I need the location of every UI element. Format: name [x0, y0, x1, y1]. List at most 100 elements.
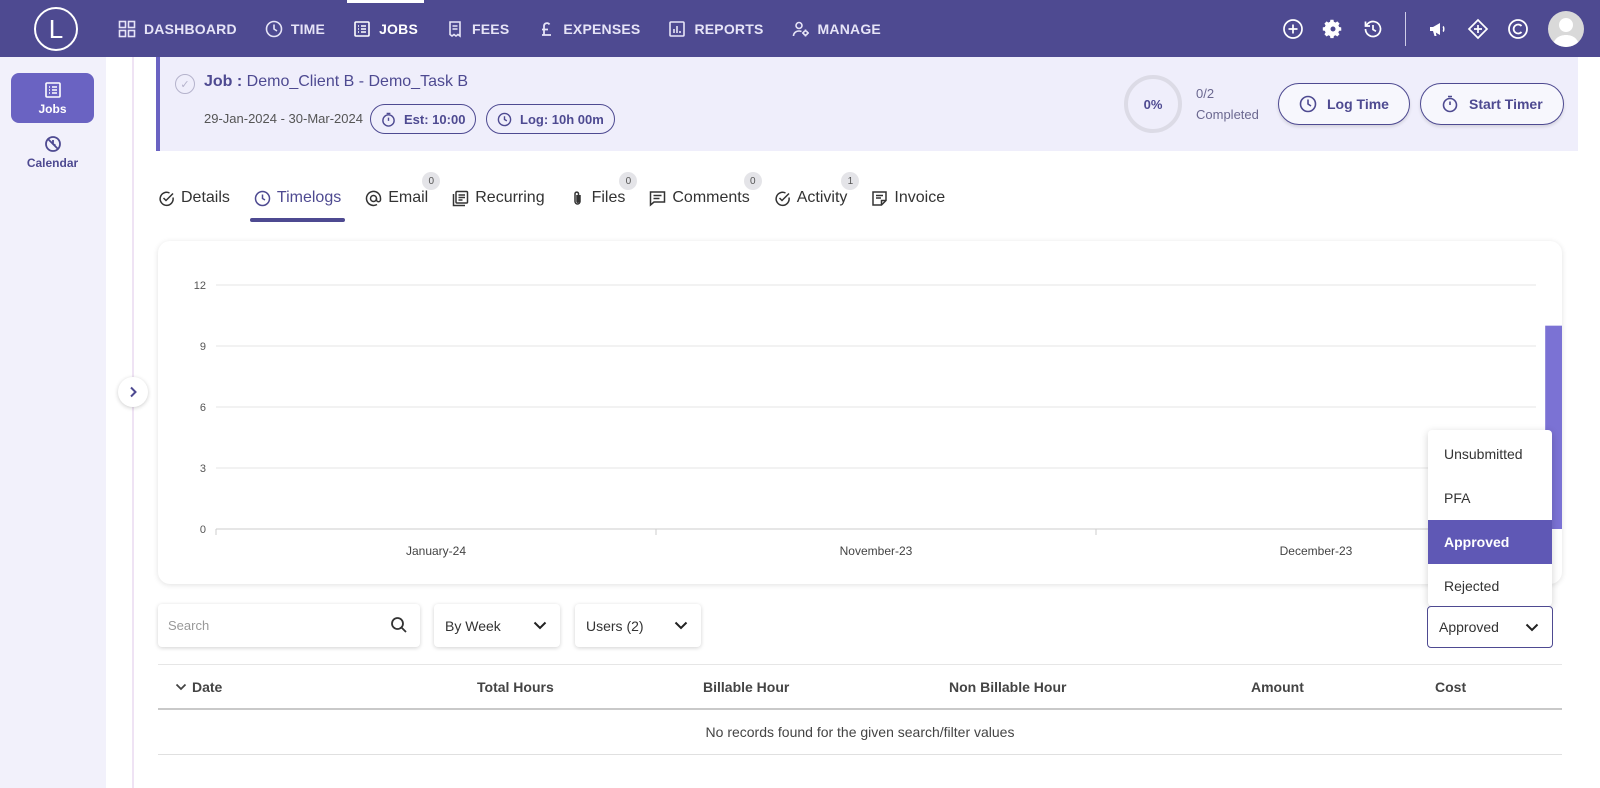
period-select-value: By Week: [445, 617, 501, 634]
megaphone-icon: [1430, 22, 1445, 36]
column-date[interactable]: Date: [174, 679, 222, 695]
progress-count: 0/2: [1196, 86, 1215, 101]
files-count-badge: 0: [619, 172, 638, 190]
timelog-bar-chart: 0 3 6 9 12 January-24 November-23 December-23: [194, 280, 1562, 558]
log-time-label: Log Time: [1327, 96, 1389, 112]
clock-icon: [1299, 95, 1317, 113]
log-pill: Log: 10h 00m: [486, 104, 615, 134]
nav-time-label: TIME: [290, 20, 326, 37]
tab-email-label: Email: [388, 189, 429, 206]
log-time-button[interactable]: Log Time: [1278, 83, 1410, 125]
nav-fees-label: FEES: [472, 20, 510, 37]
tab-recurring[interactable]: Recurring: [452, 180, 545, 216]
announcements-button[interactable]: [1426, 17, 1450, 41]
check-circle-icon: [159, 191, 174, 206]
invoice-icon: [872, 190, 888, 206]
nav-jobs-label: JOBS: [379, 20, 418, 37]
brand-c-button[interactable]: [1506, 17, 1530, 41]
estimate-pill: Est: 10:00: [370, 104, 477, 134]
empty-table-message: No records found for the given search/fi…: [158, 710, 1562, 755]
tab-files-label: Files: [591, 189, 626, 206]
nav-time[interactable]: TIME: [251, 0, 339, 57]
search-input[interactable]: [168, 614, 378, 636]
tab-invoice[interactable]: Invoice: [871, 180, 945, 216]
progress-percent: 0%: [1143, 96, 1163, 112]
paperclip-icon: [573, 190, 581, 205]
tab-details[interactable]: Details: [158, 180, 230, 216]
add-button[interactable]: [1281, 17, 1305, 41]
job-header: ✓ Job : Demo_Client B - Demo_Task B 29-J…: [156, 57, 1578, 151]
nav-expenses[interactable]: EXPENSES: [523, 0, 654, 57]
stopwatch-icon: [382, 112, 395, 127]
column-amount[interactable]: Amount: [1251, 679, 1304, 695]
top-navbar: L DASHBOARD TIME JOBS FEES EXPENSES REPO…: [0, 0, 1600, 57]
start-timer-button[interactable]: Start Timer: [1420, 83, 1564, 125]
history-icon: [1364, 20, 1382, 37]
clock-icon: [254, 190, 271, 206]
check-circle-icon: [775, 191, 790, 206]
tab-files[interactable]: Files 0: [569, 172, 638, 216]
user-avatar[interactable]: [1548, 10, 1584, 47]
dashboard-icon: [118, 20, 136, 37]
clock-icon: [265, 20, 283, 37]
chevron-down-icon: [674, 621, 688, 630]
tab-invoice-label: Invoice: [894, 189, 946, 206]
column-cost[interactable]: Cost: [1435, 679, 1466, 695]
nav-reports[interactable]: REPORTS: [654, 0, 777, 57]
column-total-hours[interactable]: Total Hours: [477, 679, 554, 695]
users-select[interactable]: Users (2): [575, 604, 701, 647]
search-box: [158, 604, 420, 647]
sidebar-expand-button[interactable]: [118, 377, 148, 407]
tab-timelogs-label: Timelogs: [276, 189, 342, 206]
search-icon[interactable]: [390, 616, 408, 634]
status-select[interactable]: Approved: [1427, 606, 1553, 648]
status-option-approved[interactable]: Approved: [1428, 520, 1552, 564]
integrations-button[interactable]: [1466, 17, 1490, 41]
settings-button[interactable]: [1321, 17, 1345, 41]
column-non-billable-hour[interactable]: Non Billable Hour: [949, 679, 1066, 695]
y-tick-label: 9: [200, 341, 206, 353]
nav-fees[interactable]: FEES: [432, 0, 523, 57]
nav-jobs[interactable]: JOBS: [339, 0, 432, 57]
job-complete-toggle[interactable]: ✓: [175, 74, 195, 94]
users-select-value: Users (2): [586, 617, 644, 634]
x-tick-label: November-23: [840, 544, 913, 558]
manage-icon: [792, 21, 809, 36]
status-option-rejected[interactable]: Rejected: [1428, 564, 1552, 608]
nav-dashboard[interactable]: DASHBOARD: [118, 0, 251, 57]
comment-icon: [650, 190, 666, 207]
c-logo-icon: [1508, 18, 1528, 39]
nav-manage[interactable]: MANAGE: [778, 0, 895, 57]
status-dropdown-menu: Unsubmitted PFA Approved Rejected: [1428, 430, 1552, 606]
timelog-table-header: Date Total Hours Billable Hour Non Billa…: [158, 664, 1562, 710]
sidebar-item-calendar[interactable]: Calendar: [11, 127, 94, 177]
status-option-pfa[interactable]: PFA: [1428, 476, 1552, 520]
start-timer-label: Start Timer: [1469, 96, 1543, 112]
job-title-text: Demo_Client B - Demo_Task B: [246, 73, 469, 90]
job-tabs: Details Timelogs Email 0 Recurring Files…: [158, 172, 969, 222]
tab-activity-label: Activity: [796, 189, 848, 206]
tab-email[interactable]: Email 0: [365, 172, 441, 216]
tab-activity[interactable]: Activity 1: [774, 172, 860, 216]
plus-circle-icon: [1283, 18, 1303, 39]
history-button[interactable]: [1361, 17, 1385, 41]
sidebar-item-jobs[interactable]: Jobs: [11, 73, 94, 123]
job-title: Job : Demo_Client B - Demo_Task B: [204, 73, 468, 91]
period-select[interactable]: By Week: [434, 604, 560, 647]
sidebar-item-jobs-label: Jobs: [38, 101, 67, 116]
app-logo[interactable]: L: [34, 7, 78, 51]
tab-timelogs[interactable]: Timelogs: [249, 180, 346, 222]
job-title-prefix: Job :: [204, 73, 243, 90]
tab-comments[interactable]: Comments 0: [649, 172, 762, 216]
status-option-unsubmitted[interactable]: Unsubmitted: [1428, 432, 1552, 476]
column-total-hours-label: Total Hours: [477, 679, 554, 695]
nav-dashboard-label: DASHBOARD: [144, 20, 237, 37]
x-tick-label: December-23: [1280, 544, 1353, 558]
clock-icon: [497, 112, 512, 126]
y-tick-label: 3: [200, 463, 206, 475]
top-right-actions: [1273, 0, 1600, 57]
column-billable-hour[interactable]: Billable Hour: [703, 679, 789, 695]
sidebar-item-calendar-label: Calendar: [26, 155, 79, 170]
progress-summary: 0/2 Completed: [1196, 83, 1259, 125]
check-icon: ✓: [180, 78, 190, 91]
